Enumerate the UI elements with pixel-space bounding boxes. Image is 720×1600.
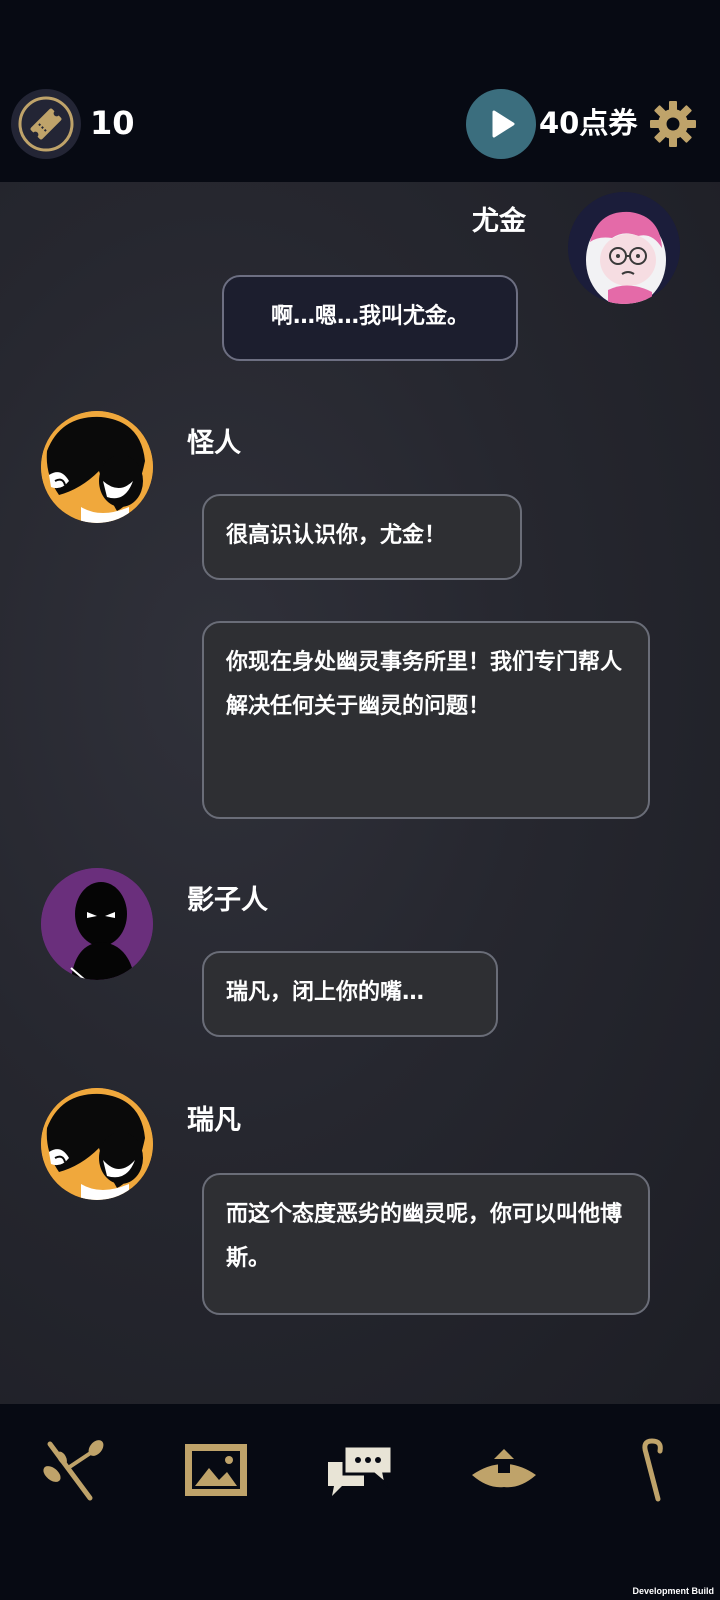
cane-icon (642, 1438, 663, 1502)
settings-button[interactable] (649, 100, 697, 148)
speaker-name: 怪人 (187, 428, 241, 459)
nav-cane-button[interactable] (612, 1434, 684, 1506)
gallery-icon (185, 1444, 247, 1496)
nav-chat-button[interactable] (324, 1434, 396, 1506)
gear-icon (650, 101, 696, 147)
ticket-icon (18, 96, 74, 152)
ticket-count: 10 (90, 104, 135, 142)
nav-branch-button[interactable] (36, 1434, 108, 1506)
branch-icon (43, 1440, 104, 1501)
avatar-eugene[interactable] (568, 192, 680, 304)
avatar-ruifan[interactable] (41, 1088, 153, 1200)
points-label: 40点券 (539, 106, 638, 140)
hat-icon (472, 1449, 536, 1488)
message-bubble: 啊…嗯…我叫尤金。 (222, 275, 518, 361)
speaker-name: 影子人 (187, 885, 268, 916)
nav-hat-button[interactable] (468, 1434, 540, 1506)
message-bubble: 你现在身处幽灵事务所里！我们专门帮人解决任何关于幽灵的问题！ (202, 621, 650, 819)
chat-area[interactable]: 尤金 啊…嗯…我叫尤金。 怪人 很高识认识你，尤金！ 你现在身处幽灵事务所里！我… (0, 182, 720, 1404)
chat-icon (328, 1444, 394, 1496)
message-bubble: 而这个态度恶劣的幽灵呢，你可以叫他博斯。 (202, 1173, 650, 1315)
top-bar: 10 40点券 (0, 0, 720, 182)
ticket-button[interactable] (11, 89, 81, 159)
message-bubble: 很高识认识你，尤金！ (202, 494, 522, 580)
avatar-shadow-person[interactable] (41, 868, 153, 980)
avatar-weirdo[interactable] (41, 411, 153, 523)
play-icon (492, 110, 515, 138)
play-ad-button[interactable] (466, 89, 536, 159)
speaker-name: 瑞凡 (187, 1105, 241, 1136)
message-bubble: 瑞凡，闭上你的嘴… (202, 951, 498, 1037)
build-label: Development Build (632, 1586, 714, 1596)
nav-gallery-button[interactable] (180, 1434, 252, 1506)
speaker-name: 尤金 (472, 206, 526, 237)
